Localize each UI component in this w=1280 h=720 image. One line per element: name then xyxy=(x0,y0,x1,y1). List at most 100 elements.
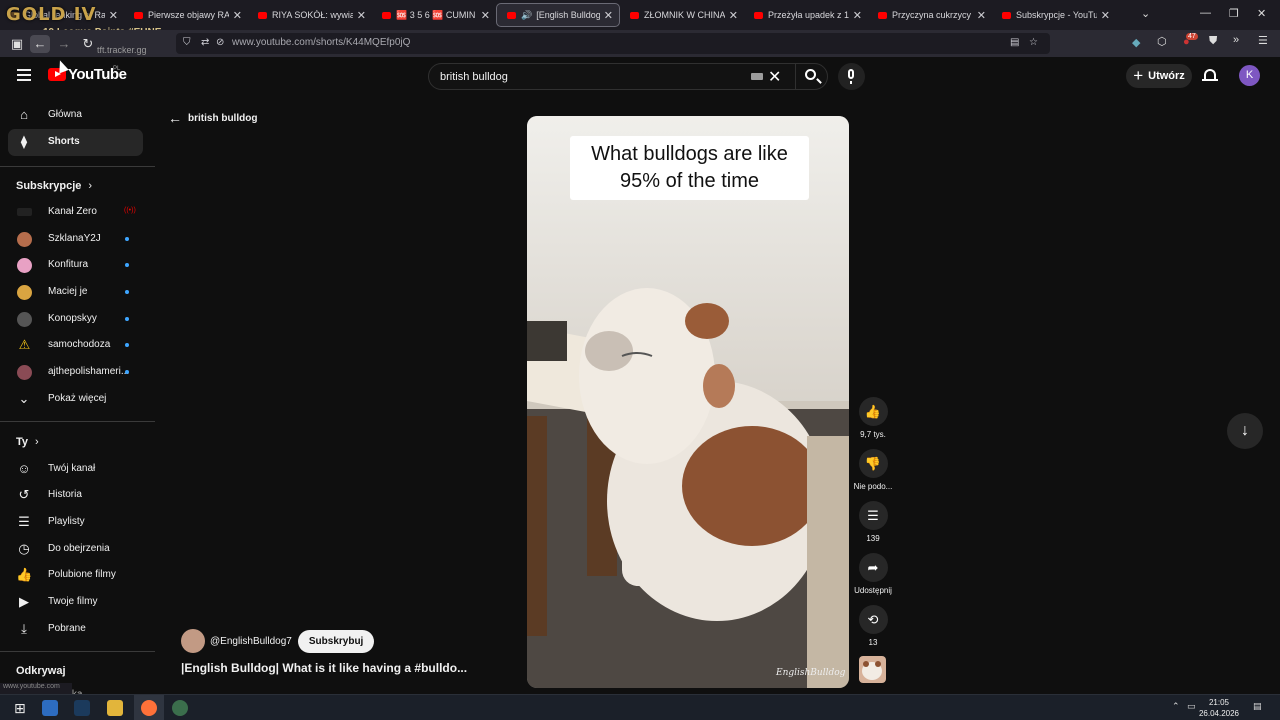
sidebar-item-liked-videos[interactable]: 👍 Polubione filmy xyxy=(8,562,143,589)
thumbs-down-icon[interactable]: 👎 xyxy=(858,449,888,478)
show-more-button[interactable]: ⌄ Pokaż więcej xyxy=(8,386,143,413)
sidebar-item-konfitura[interactable]: Konfitura xyxy=(8,252,143,279)
clear-search-icon[interactable]: ✕ xyxy=(768,67,781,87)
overflow-chevron-icon[interactable]: » xyxy=(1233,34,1239,46)
channel-handle[interactable]: @EnglishBulldog7 xyxy=(210,636,292,647)
like-action[interactable]: 👍 9,7 tys. xyxy=(853,397,893,439)
sidebar-item-samochodoza[interactable]: ⚠ samochodoza xyxy=(8,332,143,359)
monitor-app-icon[interactable] xyxy=(42,700,58,716)
close-tab-icon[interactable]: ✕ xyxy=(233,9,242,22)
sidebar-item-home[interactable]: ⌂ Główna xyxy=(8,102,143,129)
sidebar-item-kanal-zero[interactable]: Kanał Zero ((•)) xyxy=(8,199,143,226)
firefox-icon[interactable] xyxy=(141,700,157,716)
shield-icon[interactable]: ⛉ xyxy=(183,37,191,48)
sidebar-item-downloads[interactable]: ⤓ Pobrane xyxy=(8,616,143,643)
reader-view-icon[interactable]: ▤ xyxy=(1010,37,1019,48)
remix-action[interactable]: ⟲ 13 xyxy=(853,605,893,647)
network-icon[interactable]: ▭ xyxy=(1187,701,1196,712)
browser-tab-active[interactable]: 🔊[English Bulldog] Wh✕ xyxy=(496,3,620,27)
you-heading[interactable]: Ty › xyxy=(16,436,39,448)
video-title[interactable]: |English Bulldog| What is it like having… xyxy=(181,661,467,675)
minimize-icon[interactable]: — xyxy=(1200,7,1211,19)
sidebar-item-maciej-je[interactable]: Maciej je xyxy=(8,279,143,306)
hamburger-menu-icon[interactable] xyxy=(17,69,31,84)
bulldog-video-frame xyxy=(527,116,849,688)
sidebar-item-szklanay2j[interactable]: SzklanaY2J xyxy=(8,226,143,253)
sidebar-item-your-videos[interactable]: ▶ Twoje filmy xyxy=(8,589,143,616)
close-window-icon[interactable]: ✕ xyxy=(1257,7,1266,20)
tray-chevron-icon[interactable]: ⌃ xyxy=(1172,701,1180,712)
app-menu-icon[interactable]: ☰ xyxy=(1258,34,1268,47)
notifications-icon[interactable]: ▤ xyxy=(1253,701,1262,712)
sidebar-item-history[interactable]: ↺ Historia xyxy=(8,482,143,509)
sidebar-item-konopskyy[interactable]: Konopskyy xyxy=(8,306,143,333)
start-icon[interactable]: ⊞ xyxy=(14,700,30,716)
back-arrow-icon[interactable]: ← xyxy=(30,35,50,53)
back-to-results-link[interactable]: ← british bulldog xyxy=(168,110,257,126)
close-tab-icon[interactable]: ✕ xyxy=(729,9,738,22)
channel-avatar[interactable] xyxy=(181,629,205,653)
tracker-overlay: tft.tracker.gg xyxy=(97,45,147,55)
next-short-arrow-icon[interactable]: ↓ xyxy=(1227,413,1263,449)
voice-search-button[interactable] xyxy=(838,63,865,90)
create-button[interactable]: + Utwórz xyxy=(1126,64,1192,88)
close-tab-icon[interactable]: ✕ xyxy=(109,9,118,22)
your-videos-icon: ▶ xyxy=(19,594,29,609)
comment-icon[interactable]: ☰ xyxy=(858,501,888,530)
sidebar-item-ajthepolishamerican[interactable]: ajthepolishameri... xyxy=(8,359,143,386)
browser-tab[interactable]: Pierwsze objawy RAKA P✕ xyxy=(124,3,248,27)
subscriptions-heading[interactable]: Subskrypcje › xyxy=(16,180,92,192)
close-tab-icon[interactable]: ✕ xyxy=(853,9,862,22)
search-box[interactable]: british bulldog ✕ xyxy=(428,63,828,90)
close-tab-icon[interactable]: ✕ xyxy=(481,9,490,22)
permissions-icon[interactable]: ⇄ xyxy=(201,37,209,48)
ublock-icon[interactable]: ⛊ xyxy=(1209,35,1217,48)
reload-icon[interactable]: ↻ xyxy=(78,35,98,53)
forward-arrow-icon[interactable]: → xyxy=(54,35,74,53)
app-icon[interactable] xyxy=(172,700,188,716)
extension-shield-icon[interactable]: ◆ xyxy=(1132,36,1140,49)
sidebar-toggle-icon[interactable]: ▣ xyxy=(7,35,27,53)
close-tab-icon[interactable]: ✕ xyxy=(357,9,366,22)
close-tab-icon[interactable]: ✕ xyxy=(977,9,986,22)
bookmark-star-icon[interactable]: ☆ xyxy=(1029,37,1038,48)
search-button[interactable] xyxy=(795,64,829,89)
close-tab-icon[interactable]: ✕ xyxy=(604,9,613,22)
browser-tab[interactable]: RIYA SOKÓŁ: wywiad, pie✕ xyxy=(248,3,372,27)
sidebar-item-playlists[interactable]: ☰ Playlisty xyxy=(8,509,143,536)
thumbs-up-icon[interactable]: 👍 xyxy=(858,397,888,426)
steam-icon[interactable] xyxy=(74,700,90,716)
subscribe-button[interactable]: Subskrybuj xyxy=(297,629,375,653)
youtube-favicon-icon xyxy=(382,11,391,19)
comments-action[interactable]: ☰ 139 xyxy=(853,501,893,543)
extensions-puzzle-icon[interactable]: ⬡ xyxy=(1157,35,1167,48)
sound-thumbnail[interactable] xyxy=(859,656,886,683)
dislike-action[interactable]: 👎 Nie podo... xyxy=(853,449,893,491)
rank-overlay: GOLD IV xyxy=(6,4,97,25)
browser-tab[interactable]: 🆘 3 5 6 🆘 CUMIN ✕ xyxy=(372,3,496,27)
search-input[interactable]: british bulldog xyxy=(440,71,508,83)
audio-playing-icon[interactable]: 🔊 xyxy=(521,10,532,21)
account-avatar[interactable]: K xyxy=(1239,65,1260,86)
remix-icon[interactable]: ⟲ xyxy=(858,605,888,634)
site-info-icon[interactable]: ⊘ xyxy=(216,37,224,48)
share-icon[interactable]: ➦ xyxy=(858,553,888,582)
browser-tab[interactable]: Przyczyna cukrzycy NR1✕ xyxy=(868,3,992,27)
short-video-player[interactable]: What bulldogs are like 95% of the time En… xyxy=(527,116,849,688)
system-clock[interactable]: 21:05 26.04.2026 xyxy=(1198,697,1240,719)
sidebar-item-watch-later[interactable]: ◷ Do obejrzenia xyxy=(8,536,143,563)
list-all-tabs-icon[interactable]: ⌄ xyxy=(1141,7,1150,20)
url-text[interactable]: www.youtube.com/shorts/K44MQEfp0jQ xyxy=(232,37,410,48)
share-action[interactable]: ➦ Udostępnij xyxy=(853,553,893,595)
browser-tab[interactable]: ZŁOMNIK W CHINACH #✕ xyxy=(620,3,744,27)
browser-tab[interactable]: Subskrypcje - YouTube✕ xyxy=(992,3,1116,27)
browser-tab[interactable]: Przeżyła upadek z 10 000✕ xyxy=(744,3,868,27)
keyboard-icon[interactable] xyxy=(751,73,763,80)
sidebar-item-your-channel[interactable]: ☺ Twój kanał xyxy=(8,456,143,483)
address-bar[interactable]: ⛉ ⇄ ⊘ www.youtube.com/shorts/K44MQEfp0jQ… xyxy=(176,33,1050,54)
file-explorer-icon[interactable] xyxy=(107,700,123,716)
notifications-bell-icon[interactable] xyxy=(1202,68,1218,83)
close-tab-icon[interactable]: ✕ xyxy=(1101,9,1110,22)
restore-icon[interactable]: ❐ xyxy=(1229,7,1239,20)
sidebar-item-shorts[interactable]: ⧫ Shorts xyxy=(8,129,143,156)
